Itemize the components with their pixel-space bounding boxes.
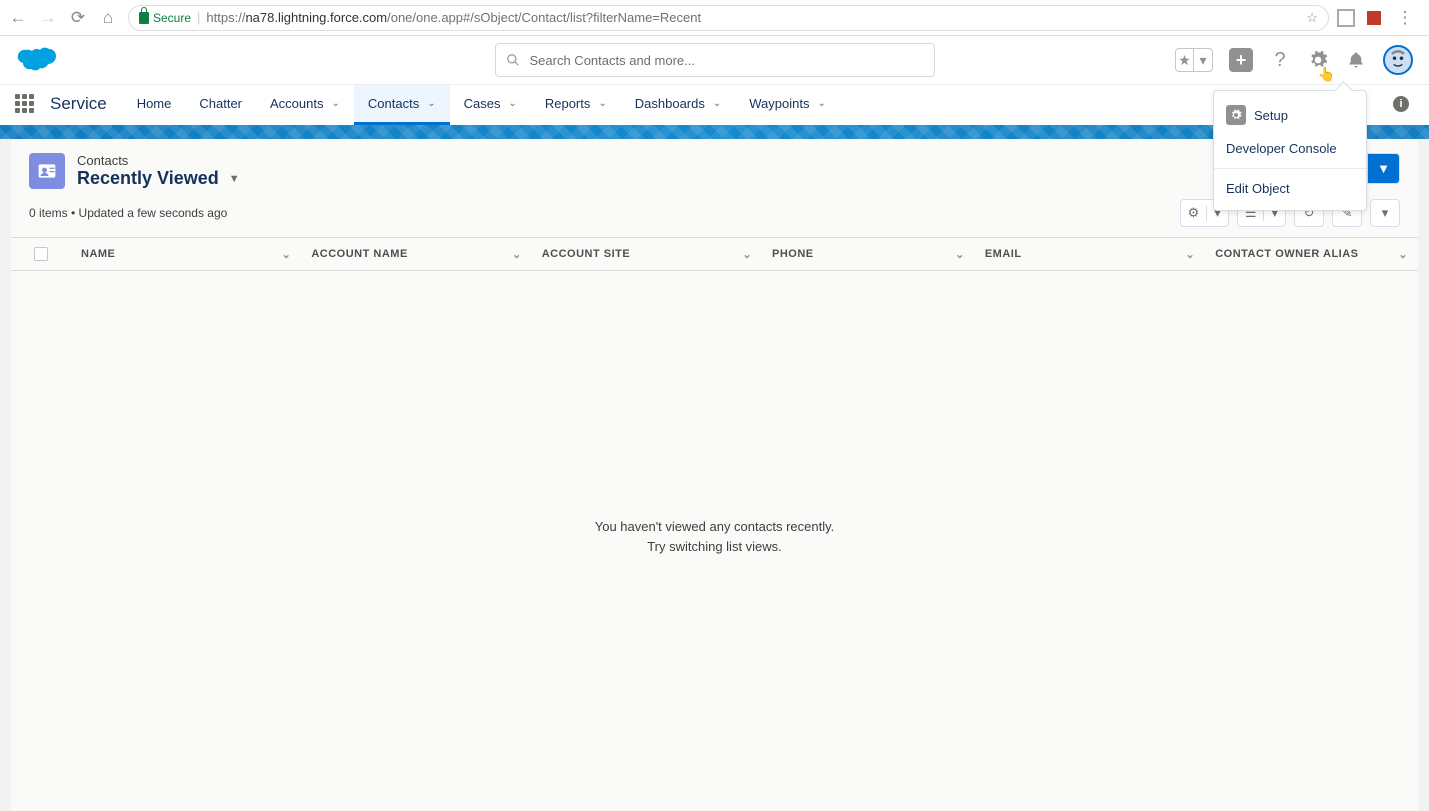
url-text: https://na78.lightning.force.com/one/one…: [206, 10, 701, 25]
nav-item-dashboards[interactable]: Dashboards⌄: [621, 85, 736, 122]
chevron-down-icon: ⌄: [955, 248, 965, 261]
bookmark-star-icon[interactable]: ☆: [1306, 10, 1318, 26]
search-icon: [506, 53, 520, 67]
secure-label: Secure: [153, 11, 191, 25]
list-view-picker[interactable]: Recently Viewed ▼: [77, 168, 240, 189]
lock-icon: [139, 12, 149, 24]
chevron-down-icon[interactable]: ⌄: [332, 98, 340, 109]
browser-chrome: ← → ⟳ ⌂ Secure | https://na78.lightning.…: [0, 0, 1429, 36]
chevron-down-icon: ▾: [1194, 49, 1212, 71]
browser-reload-icon[interactable]: ⟳: [68, 8, 88, 28]
more-actions-button[interactable]: ▼: [1367, 154, 1399, 183]
menu-label-setup: Setup: [1254, 108, 1288, 123]
chevron-down-icon[interactable]: ⌄: [427, 98, 435, 109]
chevron-down-icon: ⌄: [742, 248, 752, 261]
empty-state: You haven't viewed any contacts recently…: [11, 271, 1418, 556]
star-icon: ★: [1176, 49, 1194, 71]
app-launcher-icon[interactable]: [8, 85, 40, 122]
browser-extensions: ⋮: [1339, 8, 1421, 28]
extension-tabs-icon[interactable]: [1339, 11, 1353, 25]
page-body: Contacts Recently Viewed ▼ New Imp ▼ 0 i…: [11, 139, 1418, 811]
user-avatar[interactable]: [1383, 45, 1413, 75]
chevron-down-icon: ▼: [229, 173, 240, 185]
global-actions: ★▾ + ?: [1175, 45, 1413, 75]
chevron-down-icon[interactable]: ⌄: [817, 98, 825, 109]
extension-red-icon[interactable]: [1367, 11, 1381, 25]
chevron-down-icon: ⌄: [282, 248, 292, 261]
list-items-meta: 0 items • Updated a few seconds ago: [29, 206, 227, 220]
nav-item-waypoints[interactable]: Waypoints⌄: [735, 85, 840, 122]
empty-line2: Try switching list views.: [11, 537, 1418, 557]
global-search: Search Contacts and more...: [495, 43, 935, 77]
browser-forward-icon[interactable]: →: [38, 8, 58, 28]
filter-button[interactable]: ▾: [1370, 199, 1400, 227]
menu-item-developer-console[interactable]: Developer Console: [1214, 133, 1366, 164]
gear-icon: [1226, 105, 1246, 125]
notifications-bell-icon[interactable]: [1345, 49, 1367, 71]
chevron-down-icon[interactable]: ⌄: [508, 98, 516, 109]
chevron-down-icon[interactable]: ⌄: [598, 98, 606, 109]
menu-divider: [1214, 168, 1366, 169]
nav-item-cases[interactable]: Cases⌄: [450, 85, 531, 122]
column-name[interactable]: NAME⌄: [71, 248, 301, 261]
setup-dropdown-menu: Setup Developer Console Edit Object: [1213, 90, 1367, 211]
chevron-down-icon: ⌄: [1185, 248, 1195, 261]
select-all-cell: [11, 247, 71, 261]
select-all-checkbox[interactable]: [34, 247, 48, 261]
empty-line1: You haven't viewed any contacts recently…: [11, 517, 1418, 537]
column-account-site[interactable]: ACCOUNT SITE⌄: [532, 248, 762, 261]
secure-indicator: Secure: [139, 11, 191, 25]
chevron-down-icon: ⌄: [512, 248, 522, 261]
cursor-pointer-icon: 👆: [1318, 66, 1335, 83]
menu-item-edit-object[interactable]: Edit Object: [1214, 173, 1366, 204]
favorites-button[interactable]: ★▾: [1175, 48, 1213, 72]
chevron-down-icon[interactable]: ⌄: [713, 98, 721, 109]
list-header: Contacts Recently Viewed ▼ New Imp ▼: [11, 139, 1418, 199]
global-header: Search Contacts and more... ★▾ + ?: [0, 36, 1429, 84]
table-header-row: NAME⌄ ACCOUNT NAME⌄ ACCOUNT SITE⌄ PHONE⌄…: [11, 237, 1418, 271]
gear-icon: ⚙: [1181, 205, 1208, 221]
browser-menu-icon[interactable]: ⋮: [1395, 8, 1415, 28]
browser-home-icon[interactable]: ⌂: [98, 8, 118, 28]
nav-item-chatter[interactable]: Chatter: [185, 85, 256, 122]
global-add-button[interactable]: +: [1229, 48, 1253, 72]
nav-item-contacts[interactable]: Contacts⌄: [354, 85, 450, 122]
column-email[interactable]: EMAIL⌄: [975, 248, 1205, 261]
list-titles: Contacts Recently Viewed ▼: [77, 153, 240, 189]
nav-item-reports[interactable]: Reports⌄: [531, 85, 621, 122]
object-type-label: Contacts: [77, 153, 240, 168]
chevron-down-icon: ⌄: [1398, 248, 1408, 261]
nav-info: i: [1393, 85, 1421, 122]
app-name: Service: [40, 85, 123, 122]
menu-item-setup[interactable]: Setup: [1214, 97, 1366, 133]
list-meta-row: 0 items • Updated a few seconds ago ⚙▾ ☰…: [11, 199, 1418, 237]
nav-item-accounts[interactable]: Accounts⌄: [256, 85, 354, 122]
salesforce-logo[interactable]: [16, 46, 56, 74]
url-separator: |: [197, 10, 200, 25]
global-search-input[interactable]: Search Contacts and more...: [495, 43, 935, 77]
nav-item-home[interactable]: Home: [123, 85, 186, 122]
contact-object-icon: [29, 153, 65, 189]
column-owner-alias[interactable]: CONTACT OWNER ALIAS⌄: [1205, 248, 1418, 261]
filter-icon: ▾: [1382, 205, 1389, 221]
browser-back-icon[interactable]: ←: [8, 8, 28, 28]
column-account-name[interactable]: ACCOUNT NAME⌄: [301, 248, 531, 261]
help-icon[interactable]: ?: [1269, 49, 1291, 71]
column-phone[interactable]: PHONE⌄: [762, 248, 975, 261]
list-view-name: Recently Viewed: [77, 168, 219, 189]
browser-url-bar[interactable]: Secure | https://na78.lightning.force.co…: [128, 5, 1329, 31]
info-icon[interactable]: i: [1393, 96, 1409, 112]
search-placeholder: Search Contacts and more...: [530, 53, 695, 68]
